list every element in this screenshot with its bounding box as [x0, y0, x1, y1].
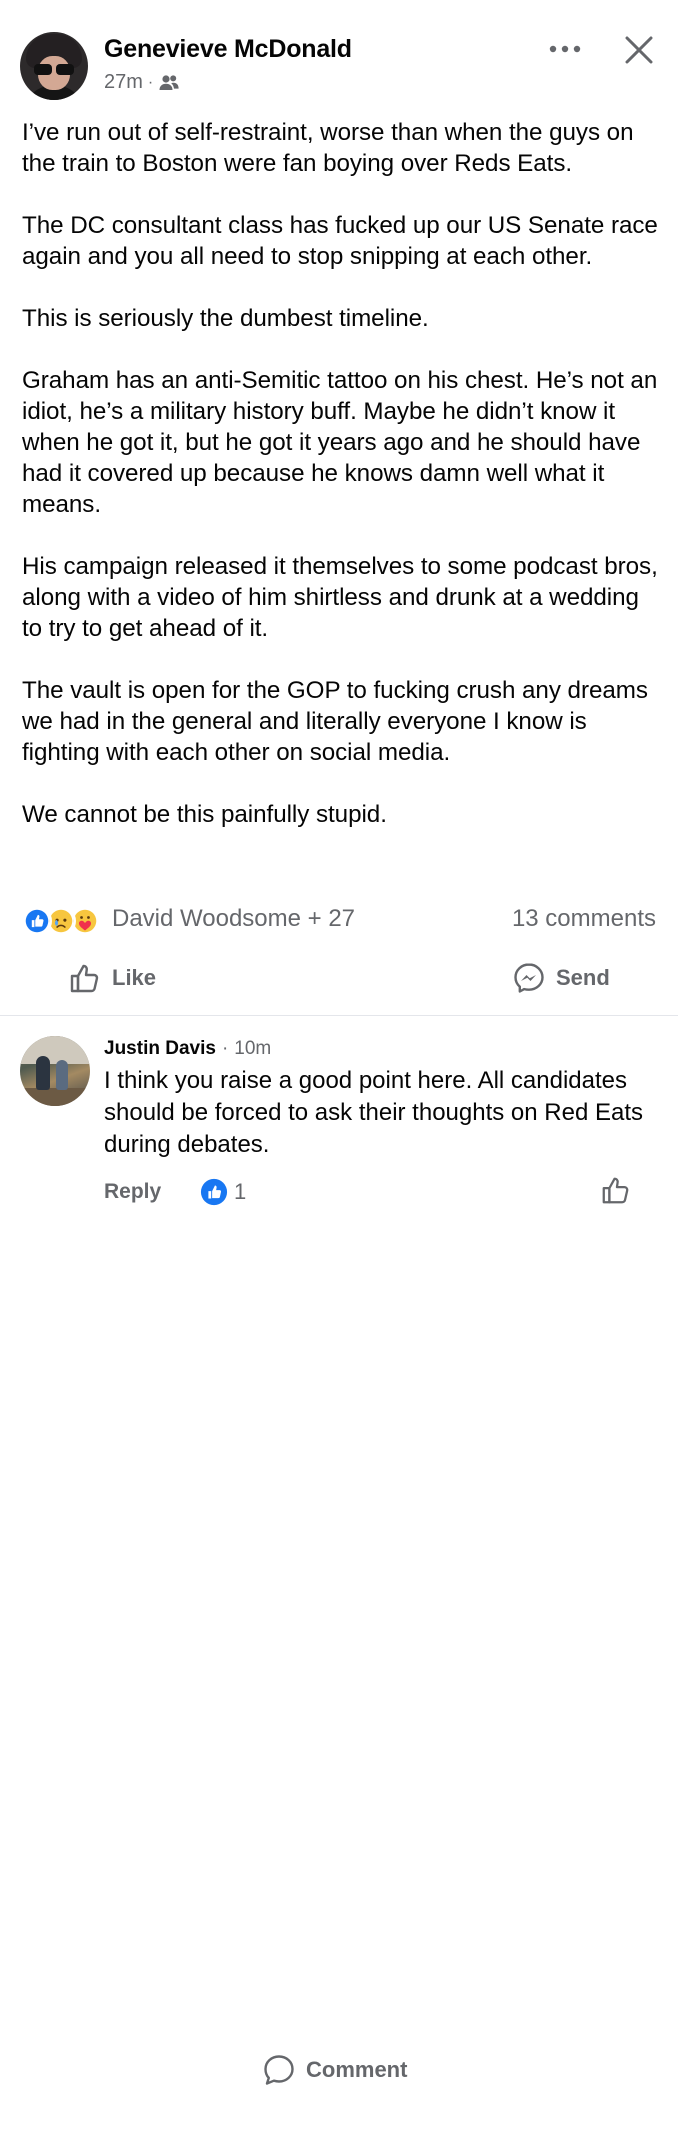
author-name[interactable]: Genevieve McDonald — [104, 35, 352, 64]
like-button[interactable]: Like — [68, 961, 156, 995]
comment-count[interactable]: 13 comments — [512, 905, 656, 933]
comment-like-button[interactable] — [600, 1174, 632, 1211]
thumbs-up-icon — [602, 1177, 629, 1204]
comment-like-count: 1 — [234, 1179, 247, 1204]
reaction-icons[interactable] — [22, 906, 104, 936]
post-paragraph: This is seriously the dumbest timeline. — [22, 305, 429, 332]
like-reaction-icon — [200, 1178, 228, 1206]
comment-icon — [264, 2055, 294, 2085]
post-actions: Like Comment Send — [0, 955, 678, 2085]
comment-header: Justin Davis · 10m — [104, 1038, 271, 1060]
divider — [0, 1015, 678, 1016]
post-time[interactable]: 27m — [104, 71, 143, 94]
commenter-name[interactable]: Justin Davis — [104, 1038, 216, 1060]
thumbs-up-icon — [70, 964, 99, 993]
post-paragraph: The vault is open for the GOP to fucking… — [22, 677, 648, 766]
commenter-avatar[interactable] — [20, 1036, 90, 1106]
friends-icon — [158, 74, 180, 92]
post-paragraph: Graham has an anti-Semitic tattoo on his… — [22, 367, 658, 518]
comment-button[interactable]: Comment — [262, 1985, 678, 2155]
comment-separator: · — [221, 1038, 229, 1059]
comment-item: Justin Davis · 10m I think you raise a g… — [0, 1030, 678, 1206]
post-body: I’ve run out of self-restraint, worse th… — [22, 117, 662, 830]
close-icon[interactable] — [620, 31, 658, 69]
meta-separator: · — [147, 73, 154, 91]
reply-button[interactable]: Reply — [104, 1180, 161, 1204]
post-paragraph: The DC consultant class has fucked up ou… — [22, 212, 658, 270]
post-paragraph: I’ve run out of self-restraint, worse th… — [22, 119, 634, 177]
comment-time: 10m — [234, 1038, 272, 1059]
author-avatar[interactable] — [20, 32, 88, 100]
post-meta: 27m · — [104, 71, 180, 94]
comment-text: I think you raise a good point here. All… — [104, 1067, 644, 1158]
post-paragraph: We cannot be this painfully stupid. — [22, 801, 387, 828]
messenger-icon — [514, 963, 544, 993]
post-paragraph: His campaign released it themselves to s… — [22, 553, 658, 642]
comment-label: Comment — [306, 2057, 408, 2082]
post-header: Genevieve McDonald 27m · — [0, 0, 678, 110]
send-button[interactable]: Send — [512, 961, 610, 995]
like-label: Like — [112, 965, 157, 990]
comment-reaction-count[interactable]: 1 — [200, 1178, 246, 1206]
reaction-names[interactable]: David Woodsome + 27 — [112, 905, 355, 933]
reactions-summary: David Woodsome + 27 13 comments — [20, 902, 660, 938]
like-reaction-icon — [22, 906, 52, 936]
send-label: Send — [556, 965, 610, 990]
comment-actions: Reply 1 — [104, 1176, 664, 1206]
more-options-icon[interactable] — [546, 34, 584, 64]
